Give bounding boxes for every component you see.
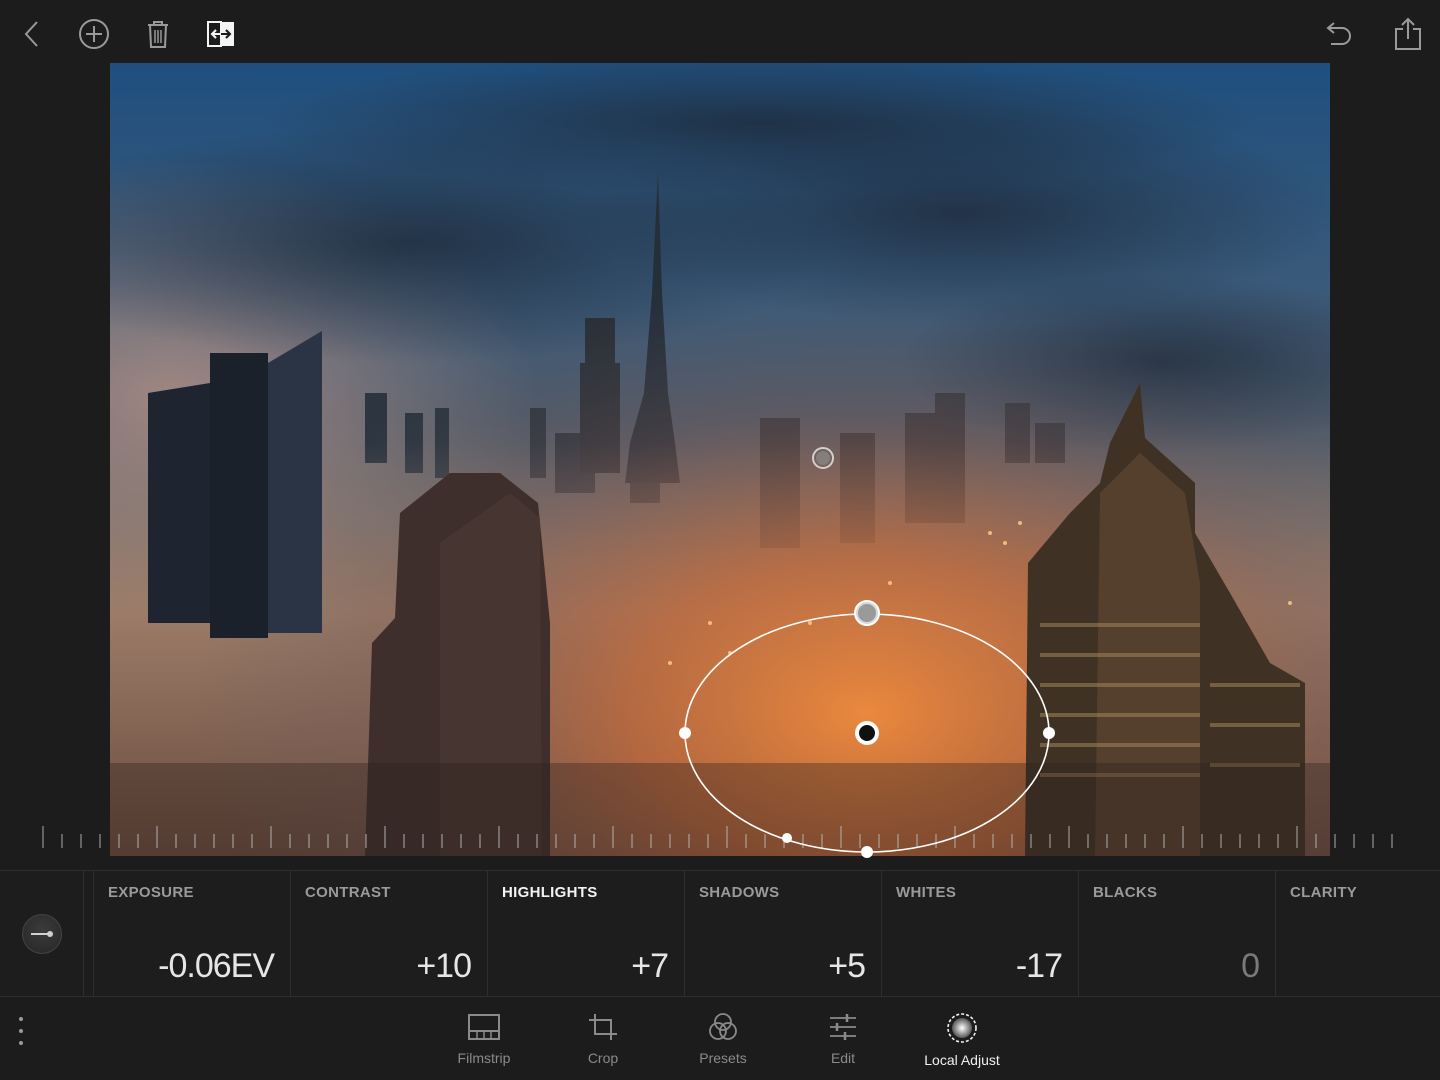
slider-blacks[interactable]: BLACKS 0 — [1078, 871, 1275, 997]
more-dot-icon — [19, 1029, 23, 1033]
tab-label: Filmstrip — [457, 1050, 511, 1066]
slider-value: +5 — [828, 947, 866, 985]
slider-value: +7 — [631, 947, 669, 985]
slider-clarity[interactable]: CLARITY — [1275, 871, 1440, 997]
more-options-button[interactable] — [8, 1014, 34, 1048]
presets-icon — [709, 1013, 737, 1040]
share-icon — [1395, 17, 1421, 50]
delete-button[interactable] — [136, 12, 180, 56]
slider-value: +10 — [416, 947, 472, 985]
tab-label: Edit — [830, 1050, 856, 1066]
mask-feather-handle[interactable] — [782, 833, 792, 843]
slider-label: CLARITY — [1290, 884, 1358, 901]
tab-edit[interactable]: Edit — [793, 1012, 893, 1074]
cityscape-photo — [110, 63, 1330, 856]
mask-pin-secondary[interactable] — [812, 447, 834, 469]
slider-value: -17 — [1015, 947, 1063, 985]
mask-mode-knob-icon — [21, 914, 62, 954]
slider-label: SHADOWS — [699, 884, 780, 901]
photo-canvas[interactable] — [110, 63, 1330, 856]
lightroom-editor: EXPOSURE -0.06EV CONTRAST +10 HIGHLIGHTS… — [0, 0, 1440, 1080]
tab-presets[interactable]: Presets — [673, 1012, 773, 1074]
more-dot-icon — [19, 1041, 23, 1045]
tab-crop[interactable]: Crop — [553, 1012, 653, 1074]
share-button[interactable] — [1386, 12, 1430, 56]
tab-filmstrip[interactable]: Filmstrip — [434, 1012, 534, 1074]
before-after-compare-icon — [207, 21, 234, 47]
slider-label: CONTRAST — [305, 884, 391, 901]
tab-label: Presets — [699, 1050, 747, 1066]
slider-label: EXPOSURE — [108, 884, 194, 901]
slider-exposure[interactable]: EXPOSURE -0.06EV — [93, 871, 290, 997]
slider-shadows[interactable]: SHADOWS +5 — [684, 871, 881, 997]
filmstrip-icon — [468, 1014, 500, 1040]
tab-label: Local Adjust — [924, 1052, 1000, 1068]
mask-left-handle[interactable] — [679, 727, 691, 739]
adjustment-panel: EXPOSURE -0.06EV CONTRAST +10 HIGHLIGHTS… — [0, 870, 1440, 997]
crop-icon — [589, 1014, 617, 1040]
mask-center-handle[interactable] — [855, 721, 879, 745]
local-adjust-icon — [947, 1013, 977, 1043]
slider-label: BLACKS — [1093, 884, 1158, 901]
undo-button[interactable] — [1316, 12, 1360, 56]
edit-sliders-icon — [830, 1014, 856, 1040]
slider-label: WHITES — [896, 884, 957, 901]
before-after-button[interactable] — [199, 12, 243, 56]
trash-icon — [148, 21, 168, 48]
top-toolbar — [0, 0, 1440, 64]
slider-contrast[interactable]: CONTRAST +10 — [290, 871, 487, 997]
slider-highlights[interactable]: HIGHLIGHTS +7 — [487, 871, 684, 997]
mask-rotate-handle[interactable] — [854, 600, 880, 626]
tab-label: Crop — [587, 1050, 619, 1066]
slider-whites[interactable]: WHITES -17 — [881, 871, 1078, 997]
undo-icon — [1326, 22, 1351, 45]
more-dot-icon — [19, 1017, 23, 1021]
slider-value: -0.06EV — [158, 947, 275, 985]
add-button[interactable] — [72, 12, 116, 56]
tab-local-adjust[interactable]: Local Adjust — [912, 1012, 1012, 1074]
bottom-tab-bar: Filmstrip Crop Presets Edit Local Adjust — [0, 998, 1440, 1080]
add-circle-icon — [79, 19, 109, 49]
mask-mode-toggle[interactable] — [0, 871, 84, 997]
slider-value: 0 — [1241, 947, 1260, 985]
back-button[interactable] — [10, 12, 54, 56]
back-chevron-icon — [24, 21, 38, 47]
mask-right-handle[interactable] — [1043, 727, 1055, 739]
mask-bottom-handle[interactable] — [861, 846, 873, 858]
slider-label: HIGHLIGHTS — [502, 884, 598, 901]
